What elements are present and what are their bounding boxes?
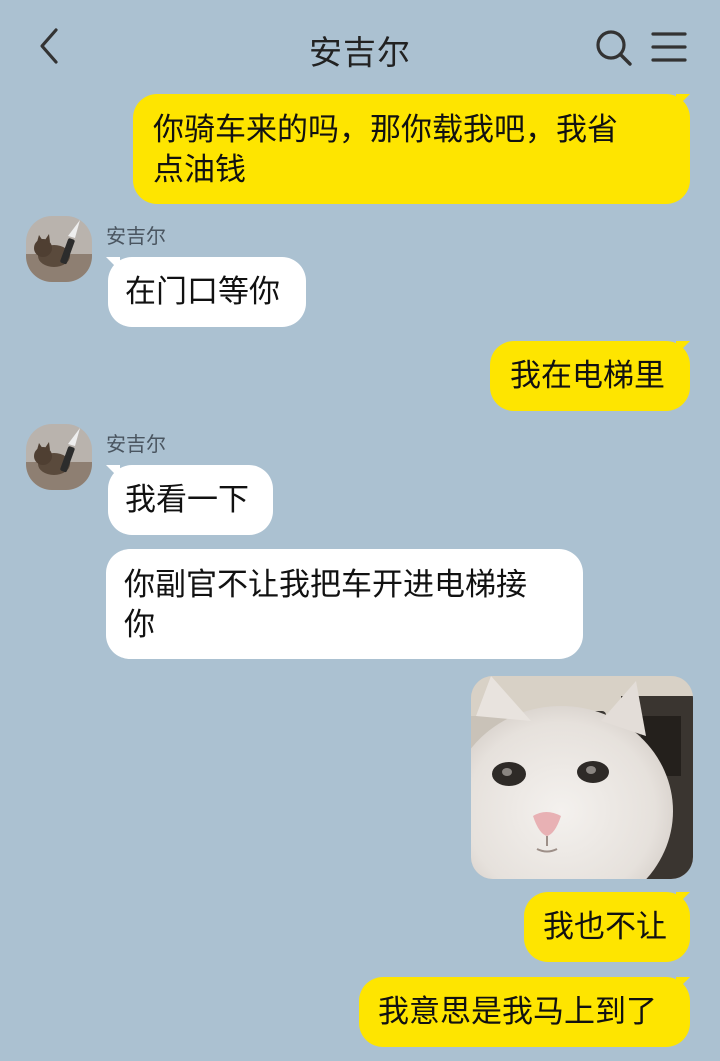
sender-name: 安吉尔 — [106, 224, 166, 248]
avatar[interactable] — [26, 424, 92, 490]
message-line: 在门口等你 — [125, 274, 280, 310]
message-bubble-me[interactable]: 我也不让 — [524, 892, 690, 962]
cat-avatar-icon — [26, 424, 92, 490]
search-icon[interactable] — [594, 28, 634, 68]
message-bubble-them[interactable]: 你副官不让我把车开进电梯接 你 — [106, 549, 583, 659]
white-cat-meme-image — [471, 676, 693, 879]
message-line: 你骑车来的吗，那你载我吧，我省 — [153, 112, 618, 148]
message-line: 点油钱 — [153, 152, 246, 188]
message-line: 我也不让 — [543, 909, 667, 945]
hamburger-menu-icon[interactable] — [650, 28, 688, 66]
message-bubble-me[interactable]: 我意思是我马上到了 — [359, 977, 690, 1047]
avatar[interactable] — [26, 216, 92, 282]
message-line: 我意思是我马上到了 — [378, 994, 657, 1030]
image-message[interactable] — [471, 676, 693, 879]
message-bubble-them[interactable]: 在门口等你 — [108, 257, 306, 327]
message-bubble-them[interactable]: 我看一下 — [108, 465, 273, 535]
message-line: 你 — [124, 607, 155, 643]
message-line: 我在电梯里 — [510, 358, 665, 394]
message-bubble-me[interactable]: 你骑车来的吗，那你载我吧，我省 点油钱 — [133, 94, 690, 204]
message-line: 你副官不让我把车开进电梯接 — [124, 567, 527, 603]
message-line: 我看一下 — [125, 482, 249, 518]
chat-header: 安吉尔 — [0, 0, 720, 92]
message-bubble-me[interactable]: 我在电梯里 — [490, 341, 690, 411]
cat-avatar-icon — [26, 216, 92, 282]
sender-name: 安吉尔 — [106, 432, 166, 456]
